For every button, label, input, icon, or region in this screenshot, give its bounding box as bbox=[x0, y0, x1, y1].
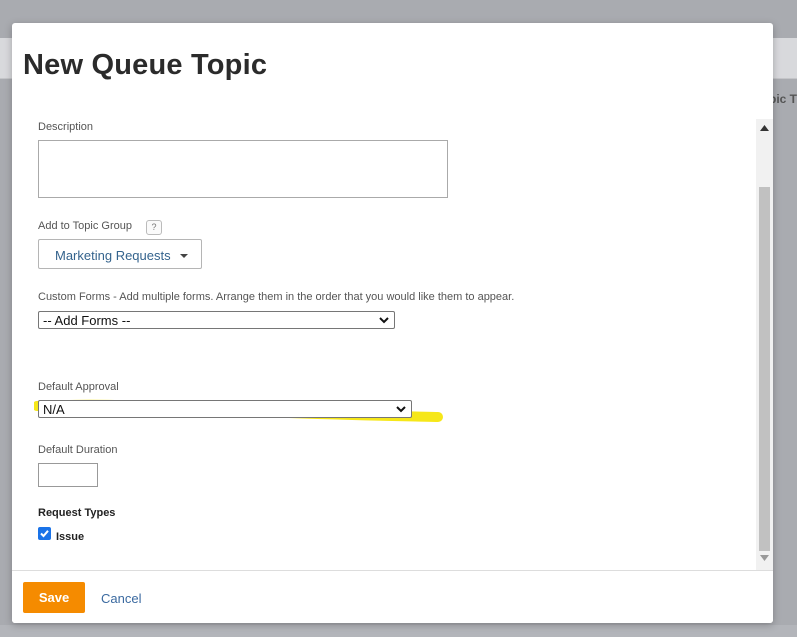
request-types-label: Request Types bbox=[38, 507, 116, 519]
default-approval-select[interactable]: N/A bbox=[38, 400, 412, 418]
checkmark-icon bbox=[40, 530, 49, 538]
issue-checkbox[interactable] bbox=[38, 527, 51, 540]
default-approval-label: Default Approval bbox=[38, 381, 119, 393]
cancel-link[interactable]: Cancel bbox=[101, 591, 141, 606]
dialog-title: New Queue Topic bbox=[23, 49, 268, 81]
help-icon[interactable]: ? bbox=[146, 220, 162, 235]
default-duration-input[interactable] bbox=[38, 463, 98, 487]
custom-forms-selected: -- Add Forms -- bbox=[43, 313, 131, 328]
dialog-footer: Save Cancel bbox=[12, 570, 773, 623]
caret-down-icon bbox=[180, 254, 188, 258]
save-button[interactable]: Save bbox=[23, 582, 85, 613]
scrollbar[interactable] bbox=[756, 119, 773, 570]
custom-forms-label: Custom Forms - Add multiple forms. Arran… bbox=[38, 291, 515, 303]
default-duration-label: Default Duration bbox=[38, 444, 118, 456]
background-bottom bbox=[0, 625, 797, 637]
chevron-down-icon bbox=[396, 406, 406, 413]
scroll-down-arrow-icon[interactable] bbox=[760, 555, 769, 561]
default-approval-selected: N/A bbox=[43, 402, 65, 417]
background-tab-label: pic T bbox=[768, 92, 797, 106]
chevron-down-icon bbox=[379, 317, 389, 324]
scroll-up-arrow-icon[interactable] bbox=[760, 125, 769, 131]
topic-group-label: Add to Topic Group bbox=[38, 220, 132, 232]
topic-group-selected: Marketing Requests bbox=[55, 248, 171, 263]
custom-forms-select[interactable]: -- Add Forms -- bbox=[38, 311, 395, 329]
topic-group-dropdown[interactable]: Marketing Requests bbox=[38, 239, 202, 269]
scrollbar-thumb[interactable] bbox=[759, 187, 770, 551]
description-textarea[interactable] bbox=[38, 140, 448, 198]
issue-label: Issue bbox=[56, 531, 85, 543]
new-queue-topic-dialog: New Queue Topic Description Add to Topic… bbox=[12, 23, 773, 623]
dialog-body: Description Add to Topic Group ? Marketi… bbox=[12, 119, 773, 570]
description-label: Description bbox=[38, 121, 94, 133]
